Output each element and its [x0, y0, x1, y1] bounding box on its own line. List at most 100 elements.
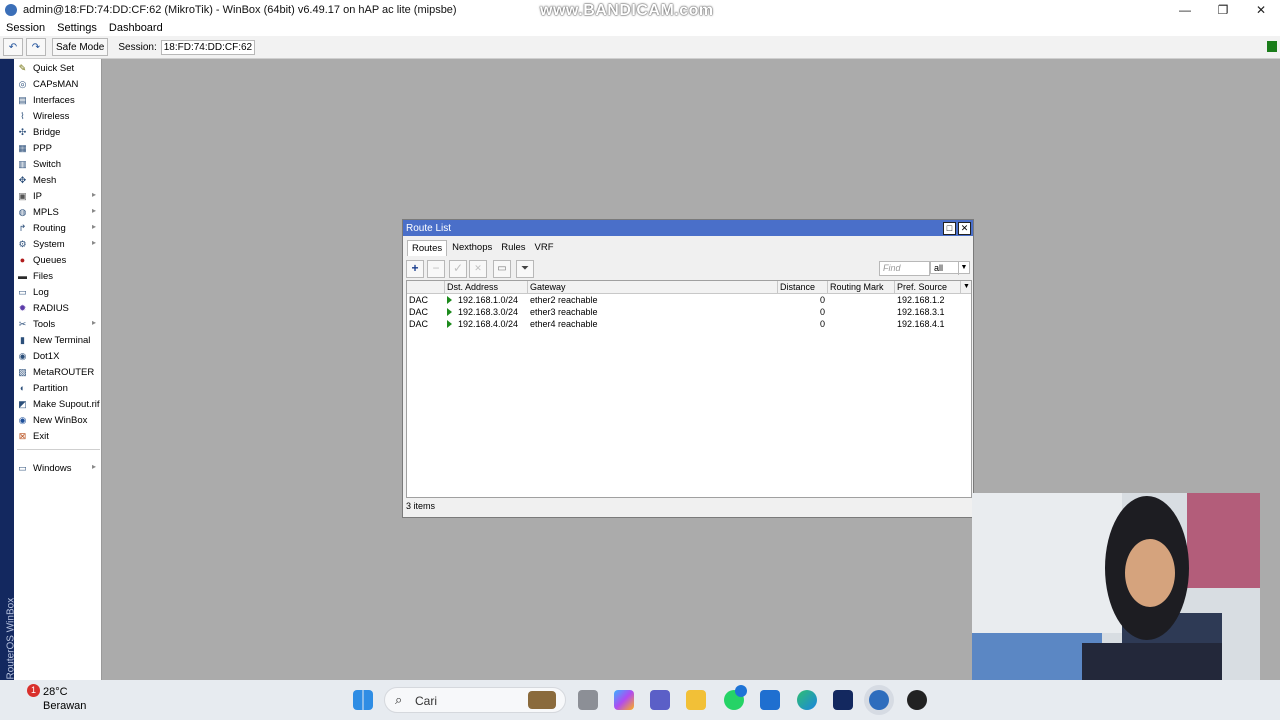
sidebar-item-routing[interactable]: ↱ Routing ▸: [16, 220, 100, 236]
route-list-maximize-button[interactable]: □: [943, 222, 956, 235]
terminal-icon: ▮: [20, 334, 25, 345]
table-row[interactable]: DAC 192.168.1.0/24 ether2 reachable 0 192.16…: [407, 294, 971, 306]
col-routing-mark[interactable]: Routing Mark: [828, 281, 895, 293]
sidebar-item-label: Log: [33, 286, 49, 298]
sidebar-item-label: RADIUS: [33, 302, 69, 314]
route-list-titlebar[interactable]: Route List □ ✕: [403, 220, 973, 236]
mpls-icon: ◍: [18, 206, 27, 217]
cell-pref: 192.168.3.1: [897, 307, 945, 317]
webcam-overlay: [972, 493, 1260, 683]
sidebar-item-label: MetaROUTER: [33, 366, 95, 378]
sidebar-item-windows[interactable]: ▭ Windows ▸: [16, 460, 100, 476]
sidebar-item-new-winbox[interactable]: ◉ New WinBox: [16, 412, 100, 428]
sidebar-item-bridge[interactable]: ✣ Bridge: [16, 124, 100, 140]
sidebar-item-quick-set[interactable]: ✎ Quick Set: [16, 60, 100, 76]
sidebar-item-label: CAPsMAN: [33, 78, 79, 90]
redo-icon[interactable]: ↷: [26, 38, 46, 56]
cell-dst: 192.168.3.0/24: [445, 306, 528, 318]
tab-rules[interactable]: Rules: [497, 240, 529, 255]
tab-nexthops[interactable]: Nexthops: [448, 240, 496, 255]
sidebar-item-queues[interactable]: ● Queues: [16, 252, 100, 268]
file-explorer-icon[interactable]: [686, 690, 706, 710]
log-icon: ▭: [18, 286, 27, 297]
table-row[interactable]: DAC 192.168.3.0/24 ether3 reachable 0 192.16…: [407, 306, 971, 318]
sidebar-item-make-supout-rif[interactable]: ◩ Make Supout.rif: [16, 396, 100, 412]
sidebar-item-mesh[interactable]: ✥ Mesh: [16, 172, 100, 188]
tab-vrf[interactable]: VRF: [531, 240, 558, 255]
tools-icon: ✂: [18, 318, 27, 329]
teams-icon[interactable]: [650, 690, 670, 710]
route-list-close-button[interactable]: ✕: [958, 222, 971, 235]
minimize-button[interactable]: —: [1166, 0, 1204, 20]
sidebar-item-label: MPLS: [33, 206, 59, 218]
weather-description: Berawan: [43, 700, 87, 712]
column-menu-icon[interactable]: ▼: [961, 281, 971, 293]
capsman-icon: ◎: [18, 78, 27, 89]
cell-flags: DAC: [409, 295, 429, 305]
metarouter-icon: ▧: [18, 366, 27, 377]
active-app-icon[interactable]: [869, 690, 889, 710]
sidebar: ✎ Quick Set ◎ CAPsMAN ▤ Interfaces ⌇ Wireless ✣ B…: [14, 59, 102, 680]
winbox-taskbar-icon[interactable]: [833, 690, 853, 710]
filter-select[interactable]: all ▼: [930, 261, 970, 275]
bridge-icon: ✣: [18, 126, 27, 137]
sidebar-item-capsman[interactable]: ◎ CAPsMAN: [16, 76, 100, 92]
menu-dashboard[interactable]: Dashboard: [109, 22, 163, 34]
windows-start-icon[interactable]: [353, 690, 373, 710]
col-pref-source[interactable]: Pref. Source: [895, 281, 961, 293]
safe-mode-button[interactable]: Safe Mode: [52, 38, 109, 56]
close-button[interactable]: ✕: [1242, 0, 1280, 20]
route-list-window[interactable]: Route List □ ✕ Routes Nexthops Rules VRF…: [402, 219, 974, 518]
route-active-icon: [447, 296, 452, 304]
cell-flags: DAC: [409, 319, 429, 329]
table-row[interactable]: DAC 192.168.4.0/24 ether4 reachable 0 192.16…: [407, 318, 971, 330]
find-input[interactable]: Find: [879, 261, 930, 276]
col-distance[interactable]: Distance: [778, 281, 828, 293]
enable-icon[interactable]: ✓: [449, 260, 467, 278]
sidebar-item-tools[interactable]: ✂ Tools ▸: [16, 316, 100, 332]
sidebar-item-mpls[interactable]: ◍ MPLS ▸: [16, 204, 100, 220]
sidebar-item-label: Files: [33, 270, 54, 282]
sidebar-item-exit[interactable]: ⊠ Exit: [16, 428, 100, 444]
maximize-button[interactable]: ❐: [1204, 0, 1242, 20]
sidebar-item-wireless[interactable]: ⌇ Wireless: [16, 108, 100, 124]
sidebar-item-new-terminal[interactable]: ▮ New Terminal: [16, 332, 100, 348]
sidebar-item-label: IP: [33, 190, 42, 202]
sidebar-item-files[interactable]: ▬ Files: [16, 268, 100, 284]
col-flags[interactable]: [407, 281, 445, 293]
add-icon[interactable]: +: [406, 260, 424, 278]
sidebar-item-dot1x[interactable]: ◉ Dot1X: [16, 348, 100, 364]
comment-icon[interactable]: ▭: [493, 260, 511, 278]
bandicam-record-icon[interactable]: [907, 690, 927, 710]
sidebar-item-system[interactable]: ⚙ System ▸: [16, 236, 100, 252]
sidebar-item-partition[interactable]: ◐ Partition: [16, 380, 100, 396]
filter-icon[interactable]: ⏷: [516, 260, 534, 278]
disable-icon[interactable]: ✕: [469, 260, 487, 278]
col-gateway[interactable]: Gateway: [528, 281, 778, 293]
dst-address-value: 192.168.3.0/24: [458, 307, 519, 317]
microsoft-store-icon[interactable]: [760, 690, 780, 710]
taskbar-search[interactable]: ⌕ Cari: [384, 687, 566, 713]
sidebar-item-ppp[interactable]: ▦ PPP: [16, 140, 100, 156]
remove-icon[interactable]: −: [427, 260, 445, 278]
col-dst-address[interactable]: Dst. Address: [445, 281, 528, 293]
sidebar-item-ip[interactable]: ▣ IP ▸: [16, 188, 100, 204]
session-field: 18:FD:74:DD:CF:62: [160, 39, 256, 55]
sidebar-item-metarouter[interactable]: ▧ MetaROUTER: [16, 364, 100, 380]
menu-settings[interactable]: Settings: [57, 22, 97, 34]
sidebar-item-switch[interactable]: ▥ Switch: [16, 156, 100, 172]
submenu-arrow-icon: ▸: [91, 206, 96, 215]
task-view-icon[interactable]: [578, 690, 598, 710]
tab-routes[interactable]: Routes: [407, 240, 448, 256]
edge-icon[interactable]: [797, 690, 817, 710]
sidebar-item-radius[interactable]: ✹ RADIUS: [16, 300, 100, 316]
undo-icon[interactable]: ↶: [3, 38, 23, 56]
copilot-icon[interactable]: [614, 690, 634, 710]
search-highlight-icon: [528, 691, 556, 709]
sidebar-item-log[interactable]: ▭ Log: [16, 284, 100, 300]
radius-icon: ✹: [18, 302, 27, 313]
submenu-arrow-icon: ▸: [91, 238, 96, 247]
weather-temperature: 28°C: [43, 686, 68, 698]
menu-session[interactable]: Session: [6, 22, 45, 34]
sidebar-item-interfaces[interactable]: ▤ Interfaces: [16, 92, 100, 108]
